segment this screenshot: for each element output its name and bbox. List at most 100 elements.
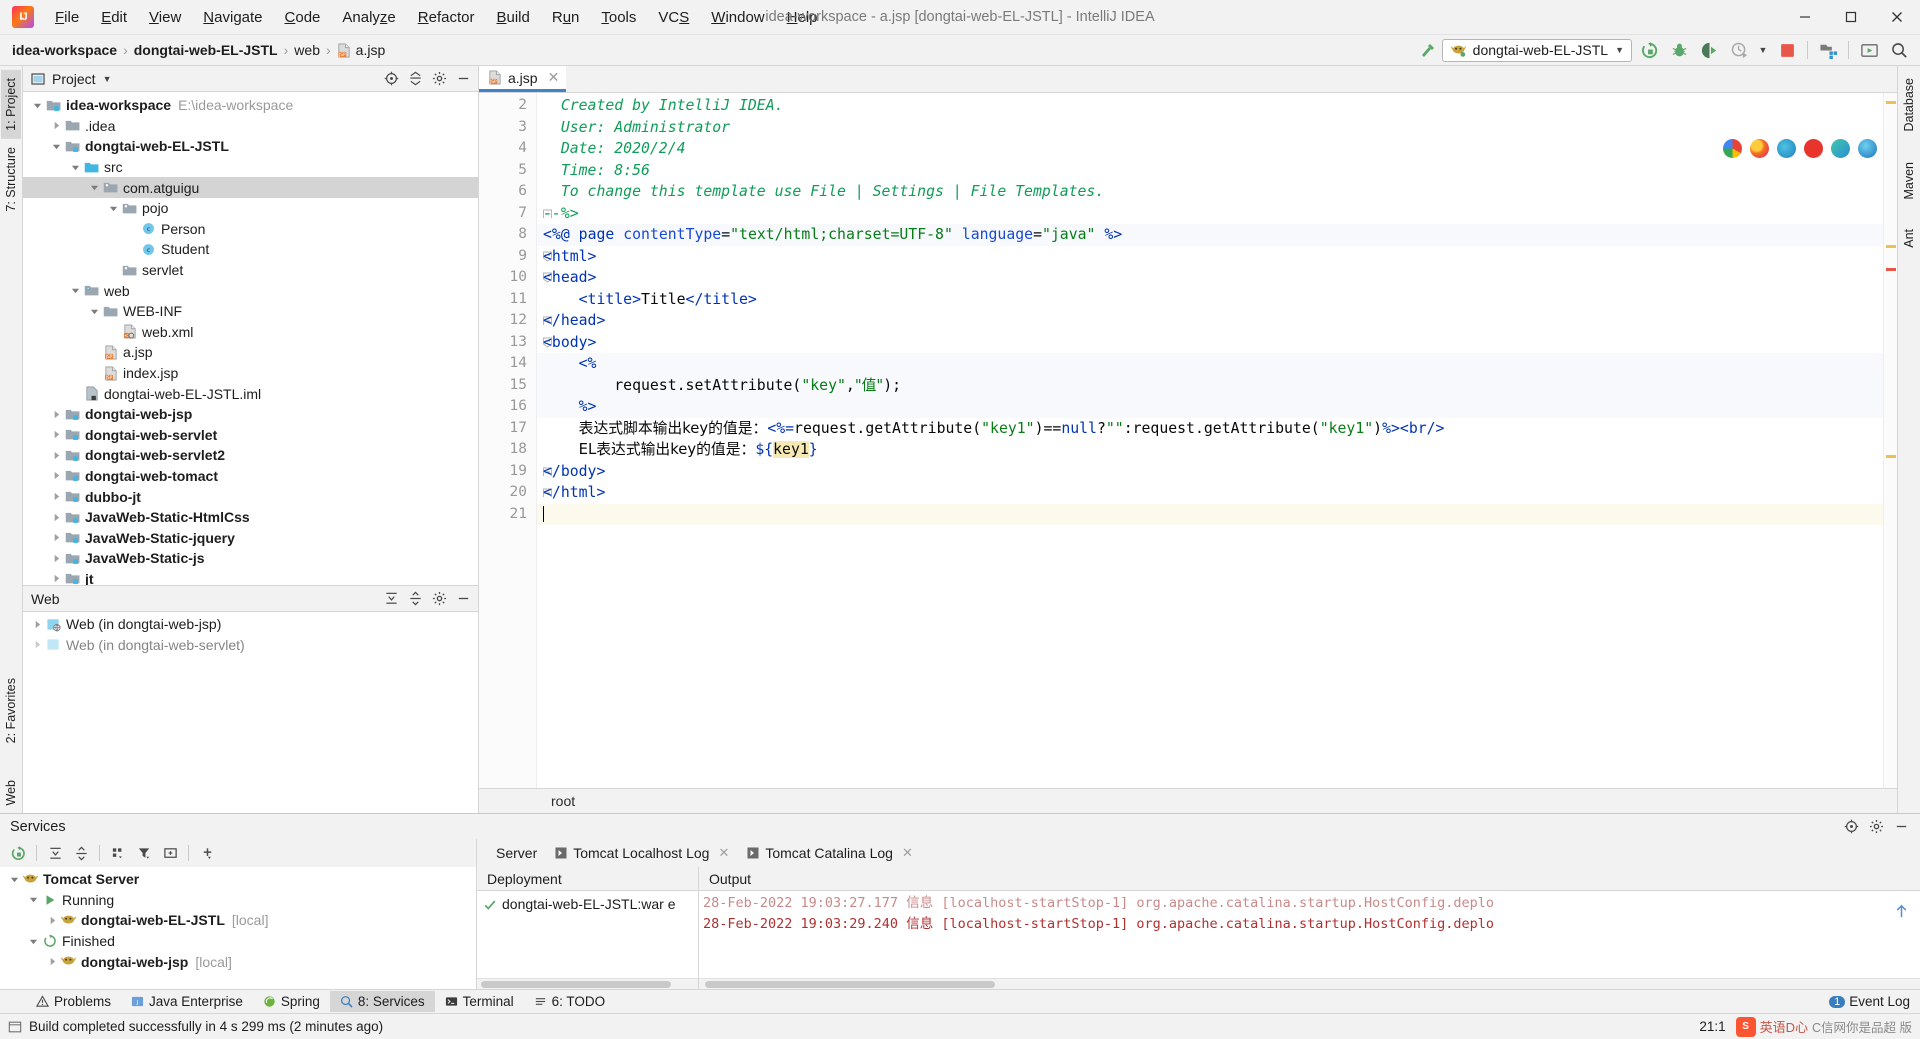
sidebar-item-ant[interactable]: Ant (1899, 221, 1919, 256)
chevron-right-icon[interactable] (48, 492, 64, 501)
gutter-line-number[interactable]: 15 (479, 375, 536, 397)
filter-icon[interactable] (132, 842, 156, 864)
gear-icon[interactable] (1865, 816, 1887, 838)
chevron-right-icon[interactable] (29, 620, 45, 629)
scroll-to-top-icon[interactable] (1893, 903, 1910, 920)
output-console[interactable]: 28-Feb-2022 19:03:27.177 信息 [localhost-s… (699, 891, 1920, 978)
run-button[interactable] (1636, 38, 1662, 62)
menu-window[interactable]: Window (700, 6, 775, 29)
run-with-coverage-button[interactable] (1696, 38, 1722, 62)
tree-row[interactable]: dongtai-web-servlet (23, 425, 478, 446)
collapse-all-icon[interactable] (404, 68, 426, 90)
tree-row[interactable]: idea-workspace E:\idea-workspace (23, 95, 478, 116)
code-line[interactable]: Created by IntelliJ IDEA. (537, 95, 1883, 117)
sidebar-item-project[interactable]: 1: Project (1, 70, 21, 139)
chevron-right-icon[interactable] (48, 574, 64, 583)
services-tab-tomcat-localhost-log[interactable]: Tomcat Localhost Log ✕ (546, 842, 738, 864)
close-button[interactable] (1874, 0, 1920, 35)
add-service-icon[interactable] (195, 842, 219, 864)
gutter-line-number[interactable]: 21 (479, 504, 536, 526)
close-icon[interactable]: ✕ (902, 845, 913, 861)
gutter-line-number[interactable]: 2 (479, 95, 536, 117)
tree-row[interactable]: com.atguigu (23, 177, 478, 198)
firefox-icon[interactable] (1750, 139, 1769, 158)
gutter-line-number[interactable]: 5 (479, 160, 536, 182)
stop-button[interactable] (1774, 38, 1800, 62)
gutter-line-number[interactable]: 6 (479, 181, 536, 203)
collapse-all-icon[interactable] (69, 842, 93, 864)
menu-run[interactable]: Run (541, 6, 591, 29)
output-hscrollbar[interactable] (699, 978, 1920, 989)
tree-row[interactable]: dongtai-web-EL-JSTL.iml (23, 383, 478, 404)
editor-gutter[interactable]: 2 3 4 5 6 7 8 9 10 11 12 13 14 15 16 17 18 19 20 21 (479, 93, 552, 788)
editor-code[interactable]: Created by IntelliJ IDEA. User: Administ… (537, 93, 1883, 788)
chevron-down-icon[interactable] (105, 204, 121, 213)
chevron-down-icon[interactable] (48, 142, 64, 151)
close-icon[interactable]: ✕ (548, 69, 560, 86)
services-tree-row[interactable]: Finished (0, 931, 476, 952)
menu-analyze[interactable]: Analyze (331, 6, 406, 29)
collapse-all-icon[interactable] (404, 588, 426, 610)
gutter-line-number[interactable]: 18 (479, 439, 536, 461)
tree-row[interactable]: web (23, 280, 478, 301)
sidebar-item-maven[interactable]: Maven (1899, 154, 1919, 208)
toolwindow-problems[interactable]: Problems (26, 991, 121, 1012)
edge-icon[interactable] (1831, 139, 1850, 158)
chevron-right-icon[interactable] (48, 430, 64, 439)
gutter-line-number[interactable]: 17 (479, 418, 536, 440)
gutter-line-number[interactable]: 3 (479, 117, 536, 139)
chevron-down-icon[interactable]: ▼ (1615, 45, 1624, 55)
chevron-down-icon[interactable] (86, 307, 102, 316)
sidebar-item-favorites[interactable]: 2: Favorites (1, 670, 21, 751)
tree-row[interactable]: src (23, 157, 478, 178)
warning-marker[interactable] (1886, 101, 1896, 104)
tree-row[interactable]: JavaWeb-Static-HtmlCss (23, 507, 478, 528)
menu-help[interactable]: Help (776, 6, 829, 29)
web-tree-row[interactable]: Web (in dongtai-web-servlet) (23, 635, 478, 653)
gutter-line-number[interactable]: 14 (479, 353, 552, 375)
run-configuration-selector[interactable]: dongtai-web-EL-JSTL ▼ (1441, 38, 1632, 62)
services-tree-row[interactable]: dongtai-web-EL-JSTL [local] (0, 910, 476, 931)
web-panel-title[interactable]: Web (31, 591, 60, 607)
web-tree-row[interactable]: Web (in dongtai-web-jsp) (23, 614, 478, 635)
code-line[interactable]: <head> (537, 267, 1883, 289)
sidebar-item-structure[interactable]: 7: Structure (1, 139, 21, 220)
locate-file-icon[interactable] (380, 68, 402, 90)
menu-navigate[interactable]: Navigate (192, 6, 273, 29)
code-line[interactable]: </html> (537, 482, 1883, 504)
chevron-down-icon[interactable] (86, 183, 102, 192)
breadcrumb-item-a-jsp[interactable]: JSP a.jsp (333, 40, 390, 60)
chevron-right-icon[interactable] (48, 121, 64, 130)
chevron-down-icon[interactable] (67, 163, 83, 172)
tree-row[interactable]: c Student (23, 239, 478, 260)
code-line[interactable]: %> (537, 396, 1883, 418)
edge-legacy-icon[interactable] (1777, 139, 1796, 158)
deployment-hscrollbar[interactable] (477, 978, 698, 989)
services-tab-tomcat-catalina-log[interactable]: Tomcat Catalina Log ✕ (738, 842, 922, 864)
profiler-dropdown-icon[interactable]: ▼ (1756, 38, 1770, 62)
code-line[interactable]: Time: 8:56 (537, 160, 1883, 182)
code-line[interactable]: To change this template use File | Setti… (537, 181, 1883, 203)
build-hammer-icon[interactable] (1418, 40, 1438, 60)
toolwindow-spring[interactable]: Spring (253, 991, 330, 1012)
chevron-right-icon[interactable] (48, 451, 64, 460)
warning-marker-3[interactable] (1886, 455, 1896, 458)
chevron-down-icon[interactable]: ▼ (103, 74, 112, 84)
chevron-down-icon[interactable] (6, 875, 22, 884)
menu-tools[interactable]: Tools (590, 6, 647, 29)
menu-refactor[interactable]: Refactor (407, 6, 486, 29)
gutter-line-number[interactable]: 4 (479, 138, 536, 160)
gutter-line-number[interactable]: 13 (479, 332, 552, 354)
gutter-line-number[interactable]: 20 (479, 482, 552, 504)
tree-row[interactable]: JavaWeb-Static-js (23, 548, 478, 569)
tree-row[interactable]: servlet (23, 260, 478, 281)
gutter-line-number[interactable]: 9 (479, 246, 552, 268)
chevron-right-icon[interactable] (48, 471, 64, 480)
tree-row[interactable]: dongtai-web-jsp (23, 404, 478, 425)
chevron-right-icon[interactable] (48, 533, 64, 542)
gutter-line-number[interactable]: 12 (479, 310, 552, 332)
menu-code[interactable]: Code (274, 6, 332, 29)
tree-row[interactable]: WEB-INF (23, 301, 478, 322)
breadcrumb-item-web[interactable]: web (290, 40, 324, 60)
code-line[interactable] (537, 503, 1883, 525)
